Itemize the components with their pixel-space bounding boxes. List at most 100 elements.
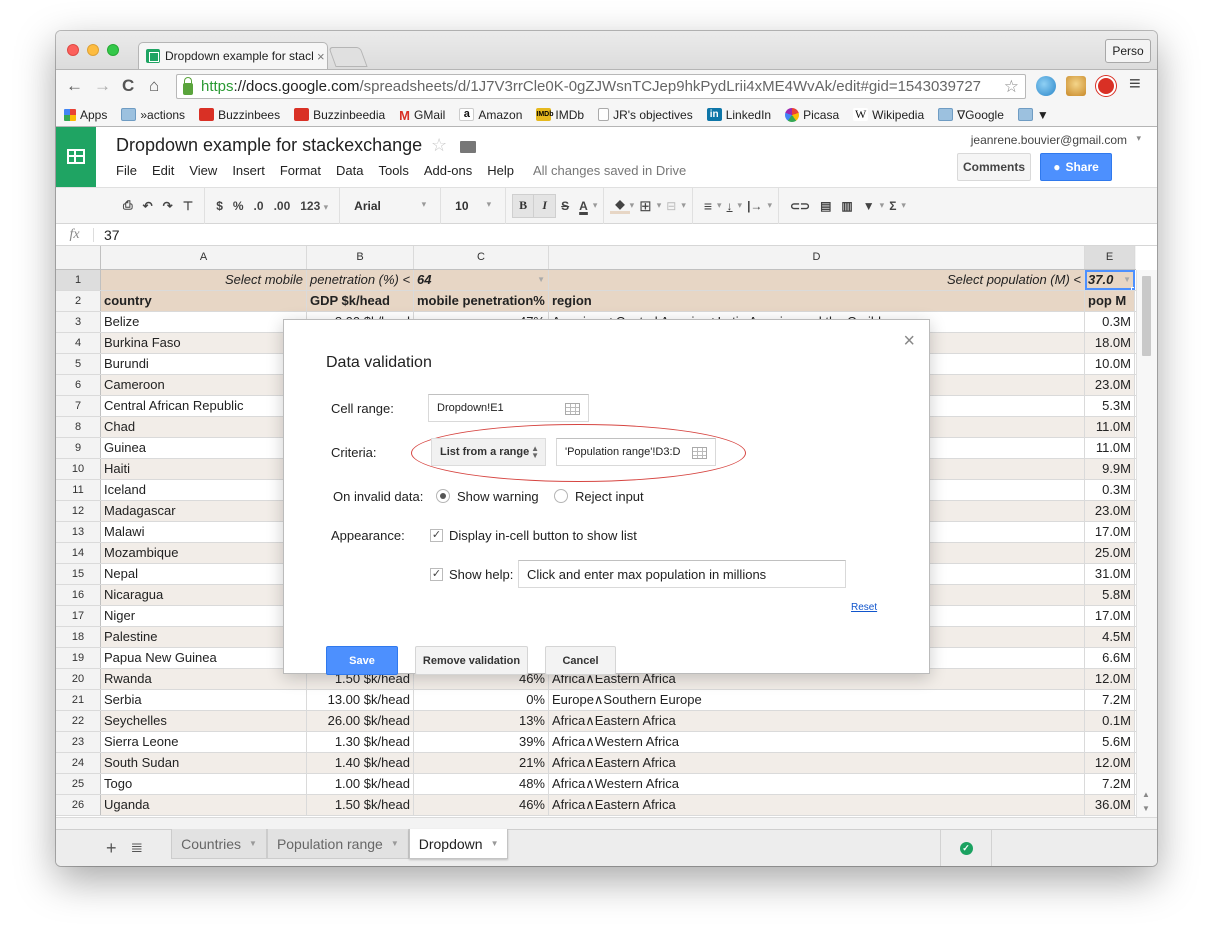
- select-range-grid-icon[interactable]: [565, 403, 580, 415]
- gdp-cell[interactable]: 26.00 $k/head: [307, 711, 414, 731]
- window-close-button[interactable]: [67, 44, 79, 56]
- country-cell[interactable]: Belize: [101, 312, 307, 332]
- country-cell[interactable]: Central African Republic: [101, 396, 307, 416]
- formula-bar[interactable]: fx 37: [56, 224, 1157, 246]
- country-cell[interactable]: Iceland: [101, 480, 307, 500]
- font-size-select[interactable]: 10 ▾: [447, 199, 499, 213]
- region-cell[interactable]: Africa∧Eastern Africa: [549, 795, 1085, 815]
- mobile-penetration-cell[interactable]: 48%: [414, 774, 549, 794]
- close-icon[interactable]: ×: [903, 330, 915, 353]
- region-cell[interactable]: Africa∧Western Africa: [549, 774, 1085, 794]
- row-header[interactable]: 9: [56, 438, 101, 458]
- country-cell[interactable]: Nicaragua: [101, 585, 307, 605]
- row-header[interactable]: 23: [56, 732, 101, 752]
- add-sheet-icon[interactable]: +: [106, 838, 117, 859]
- bookmark-apps[interactable]: Apps: [64, 108, 107, 122]
- reject-input-label[interactable]: Reject input: [575, 489, 644, 504]
- bookmark-amazon[interactable]: a Amazon: [459, 108, 522, 122]
- row-header[interactable]: 8: [56, 417, 101, 437]
- reject-input-radio[interactable]: [554, 489, 568, 503]
- population-cell[interactable]: 25.0M: [1085, 543, 1135, 563]
- help-text-input[interactable]: Click and enter max population in millio…: [518, 560, 846, 588]
- bookmark-wikipedia[interactable]: W Wikipedia: [853, 108, 924, 122]
- country-cell[interactable]: Guinea: [101, 438, 307, 458]
- row-header[interactable]: 6: [56, 375, 101, 395]
- population-cell[interactable]: 18.0M: [1085, 333, 1135, 353]
- row-header[interactable]: 5: [56, 354, 101, 374]
- country-cell[interactable]: Seychelles: [101, 711, 307, 731]
- country-cell[interactable]: Serbia: [101, 690, 307, 710]
- vertical-scrollbar[interactable]: ▲ ▼: [1136, 270, 1157, 817]
- folder-icon[interactable]: [460, 141, 476, 153]
- bookmark-star-icon[interactable]: ☆: [1004, 77, 1019, 97]
- display-button-label[interactable]: Display in-cell button to show list: [449, 528, 637, 543]
- population-cell[interactable]: 11.0M: [1085, 417, 1135, 437]
- new-tab-button[interactable]: [328, 47, 368, 67]
- filter-icon[interactable]: ▼: [858, 199, 880, 213]
- currency-format-button[interactable]: $: [211, 199, 228, 213]
- show-warning-radio[interactable]: [436, 489, 450, 503]
- sheet-tab-dropdown[interactable]: Dropdown ▼: [408, 829, 509, 859]
- menu-insert[interactable]: Insert: [232, 163, 265, 178]
- row-header[interactable]: 11: [56, 480, 101, 500]
- cell[interactable]: region: [549, 291, 1085, 311]
- user-account[interactable]: jeanrene.bouvier@gmail.com: [971, 133, 1127, 147]
- italic-button[interactable]: I: [534, 193, 557, 218]
- menu-edit[interactable]: Edit: [152, 163, 174, 178]
- country-cell[interactable]: Burkina Faso: [101, 333, 307, 353]
- undo-icon[interactable]: ↶: [138, 199, 158, 213]
- mobile-penetration-cell[interactable]: 13%: [414, 711, 549, 731]
- criteria-type-select[interactable]: List from a range ▲ ▼: [431, 438, 546, 466]
- display-button-checkbox[interactable]: ✓: [430, 529, 443, 542]
- column-header-c[interactable]: C: [414, 246, 549, 269]
- save-status[interactable]: All changes saved in Drive: [533, 163, 686, 178]
- row-header[interactable]: 22: [56, 711, 101, 731]
- insert-comment-icon[interactable]: ▤: [815, 199, 836, 213]
- bookmark-buzzinbeedia[interactable]: Buzzinbeedia: [294, 108, 385, 122]
- browser-tab[interactable]: Dropdown example for stackexchange ×: [138, 42, 328, 69]
- bookmark-gmail[interactable]: M GMail: [399, 108, 445, 124]
- window-minimize-button[interactable]: [87, 44, 99, 56]
- share-button[interactable]: ● Share: [1040, 153, 1112, 181]
- bookmark-linkedin[interactable]: in LinkedIn: [706, 108, 771, 122]
- population-cell[interactable]: 23.0M: [1085, 375, 1135, 395]
- more-formats-button[interactable]: 123 ▾: [295, 199, 333, 213]
- population-cell[interactable]: 7.2M: [1085, 774, 1135, 794]
- population-cell[interactable]: 5.8M: [1085, 585, 1135, 605]
- merge-cells-icon[interactable]: ⊟: [661, 199, 681, 213]
- row-header[interactable]: 14: [56, 543, 101, 563]
- population-cell[interactable]: 17.0M: [1085, 606, 1135, 626]
- chevron-down-icon[interactable]: ▼: [391, 839, 399, 848]
- row-header[interactable]: 2: [56, 291, 101, 311]
- row-header[interactable]: 25: [56, 774, 101, 794]
- adblock-extension-icon[interactable]: [1096, 76, 1116, 96]
- row-header[interactable]: 16: [56, 585, 101, 605]
- gdp-cell[interactable]: 1.30 $k/head: [307, 732, 414, 752]
- row-header[interactable]: 19: [56, 648, 101, 668]
- population-cell[interactable]: 11.0M: [1085, 438, 1135, 458]
- criteria-range-input[interactable]: 'Population range'!D3:D: [556, 438, 716, 466]
- horizontal-align-icon[interactable]: ≡: [699, 198, 717, 214]
- bookmark-actions[interactable]: »actions: [121, 108, 185, 122]
- show-help-label[interactable]: Show help:: [449, 567, 513, 582]
- country-cell[interactable]: Burundi: [101, 354, 307, 374]
- all-sheets-icon[interactable]: ≣: [131, 838, 144, 856]
- show-warning-label[interactable]: Show warning: [457, 489, 539, 504]
- chrome-menu-icon[interactable]: ≡: [1129, 73, 1141, 96]
- region-cell[interactable]: Africa∧Eastern Africa: [549, 753, 1085, 773]
- country-cell[interactable]: Togo: [101, 774, 307, 794]
- population-cell[interactable]: 9.9M: [1085, 459, 1135, 479]
- row-header[interactable]: 13: [56, 522, 101, 542]
- mobile-threshold-dropdown-cell[interactable]: 64 ▼: [414, 270, 549, 290]
- population-cell[interactable]: 12.0M: [1085, 753, 1135, 773]
- text-color-button[interactable]: A: [574, 199, 593, 213]
- column-header-d[interactable]: D: [549, 246, 1085, 269]
- mobile-penetration-cell[interactable]: 21%: [414, 753, 549, 773]
- horizontal-scrollbar[interactable]: [56, 817, 1157, 829]
- address-bar[interactable]: https://docs.google.com/spreadsheets/d/1…: [176, 74, 1026, 99]
- dropdown-arrow-icon[interactable]: ▼: [537, 270, 545, 290]
- remove-validation-button[interactable]: Remove validation: [415, 646, 528, 675]
- cell[interactable]: Select population (M) <: [549, 270, 1085, 290]
- row-header[interactable]: 3: [56, 312, 101, 332]
- gdp-cell[interactable]: 1.50 $k/head: [307, 795, 414, 815]
